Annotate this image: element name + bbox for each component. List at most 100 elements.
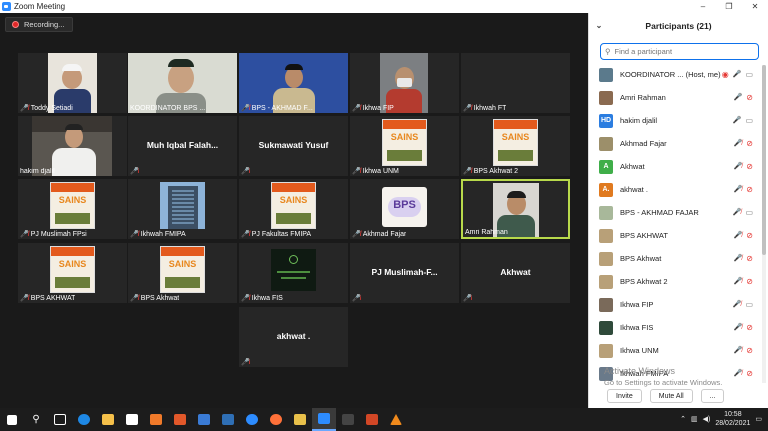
video-tile-ikhwah-fmipa[interactable]: 🎤̸ Ikhwah FMIPA: [128, 179, 237, 239]
participant-search[interactable]: ⚲: [600, 43, 759, 60]
app-icon-orange[interactable]: [144, 408, 168, 431]
video-tile-akhwat[interactable]: Akhwat 🎤̸: [461, 243, 570, 303]
camera-on-icon[interactable]: ▭: [745, 300, 753, 309]
camera-off-icon[interactable]: ⊘: [746, 231, 753, 240]
video-tile-sukmawati[interactable]: Sukmawati Yusuf 🎤̸: [239, 116, 348, 176]
camera-on-icon[interactable]: ▭: [745, 70, 753, 79]
mic-on-icon[interactable]: 🎤: [733, 116, 742, 125]
video-tile-hakim[interactable]: hakim djalil: [18, 116, 127, 176]
camera-off-icon[interactable]: ⊘: [746, 346, 753, 355]
tray-chevron-icon[interactable]: ⌃: [680, 415, 686, 423]
participant-name: hakim djalil: [620, 116, 733, 125]
participant-row[interactable]: Ikhwa UNM 🎤̸ ⊘: [589, 339, 761, 362]
participant-name: Ikhwa FIP: [620, 300, 733, 309]
app-icon-media[interactable]: [288, 408, 312, 431]
minimize-button[interactable]: –: [690, 0, 716, 13]
camera-off-icon[interactable]: ⊘: [746, 254, 753, 263]
mute-all-button[interactable]: Mute All: [649, 389, 693, 403]
camera-off-icon[interactable]: ⊘: [746, 369, 753, 378]
file-explorer-icon[interactable]: [96, 408, 120, 431]
zoom-icon[interactable]: [240, 408, 264, 431]
video-tile-pj-muslimah-f[interactable]: PJ Muslimah-F... 🎤̸: [350, 243, 459, 303]
video-tile-pj-fakultas-fmipa[interactable]: SAINS 🎤̸ PJ Fakultas FMIPA: [239, 179, 348, 239]
app-icon-dark[interactable]: [336, 408, 360, 431]
participant-row[interactable]: BPS Akhwat 2 🎤̸ ⊘: [589, 270, 761, 293]
mic-off-icon[interactable]: 🎤̸: [734, 254, 743, 263]
mic-off-icon[interactable]: 🎤̸: [734, 346, 743, 355]
participant-name-text: akhwat .: [620, 185, 648, 194]
participant-row[interactable]: Ikhwa FIS 🎤̸ ⊘: [589, 316, 761, 339]
search-icon[interactable]: ⚲: [24, 408, 48, 431]
participant-row[interactable]: Akhmad Fajar 🎤̸ ⊘: [589, 132, 761, 155]
participant-row[interactable]: BPS Akhwat 🎤̸ ⊘: [589, 247, 761, 270]
vlc-icon[interactable]: [384, 408, 408, 431]
chevron-down-icon[interactable]: ⌄: [589, 21, 609, 30]
mic-on-icon[interactable]: 🎤: [734, 93, 743, 102]
mic-off-icon[interactable]: 🎤̸: [733, 300, 742, 309]
participant-row[interactable]: BPS AKHWAT 🎤̸ ⊘: [589, 224, 761, 247]
clock[interactable]: 10:58 28/02/2021: [715, 410, 750, 428]
video-tile-bps-akhmad[interactable]: 🎤̸ BPS - AKHMAD F...: [239, 53, 348, 113]
participant-row[interactable]: Ikhwa FIP 🎤̸ ▭: [589, 293, 761, 316]
store-icon[interactable]: [120, 408, 144, 431]
recording-indicator[interactable]: Recording...: [5, 17, 74, 32]
camera-off-icon[interactable]: ⊘: [746, 93, 753, 102]
camera-off-icon[interactable]: ⊘: [746, 277, 753, 286]
app-icon-paint[interactable]: [216, 408, 240, 431]
video-tile-akhwat-dot[interactable]: akhwat . 🎤̸: [239, 307, 348, 367]
scrollbar-thumb[interactable]: [762, 65, 766, 255]
participant-row[interactable]: A Akhwat 🎤̸ ⊘: [589, 155, 761, 178]
start-button[interactable]: [0, 408, 24, 431]
maximize-button[interactable]: ❐: [716, 0, 742, 13]
notification-icon[interactable]: ▭: [755, 415, 762, 423]
participant-row[interactable]: BPS - AKHMAD FAJAR 🎤̸ ▭: [589, 201, 761, 224]
network-icon[interactable]: ▥: [691, 415, 698, 423]
video-tile-ikhwah-ft[interactable]: 🎤̸ Ikhwah FT: [461, 53, 570, 113]
participant-row[interactable]: KOORDINATOR ... (Host, me) ◉ 🎤 ▭: [589, 63, 761, 86]
camera-on-icon[interactable]: ▭: [745, 208, 753, 217]
close-button[interactable]: ✕: [742, 0, 768, 13]
invite-button[interactable]: Invite: [607, 389, 642, 403]
participant-name-label: 🎤̸: [241, 358, 250, 366]
search-input[interactable]: [614, 47, 745, 56]
more-button[interactable]: ...: [700, 389, 725, 403]
participant-row[interactable]: A. akhwat . 🎤̸ ⊘: [589, 178, 761, 201]
zoom-active-icon[interactable]: [312, 408, 336, 431]
video-tile-pj-muslimah-fpsi[interactable]: SAINS 🎤̸ PJ Muslimah FPsi: [18, 179, 127, 239]
camera-off-icon[interactable]: ⊘: [746, 185, 753, 194]
app-icon-red[interactable]: [168, 408, 192, 431]
video-tile-akhmad-fajar[interactable]: BPS 🎤̸ Akhmad Fajar: [350, 179, 459, 239]
mic-off-icon[interactable]: 🎤̸: [734, 277, 743, 286]
participants-scrollbar[interactable]: [762, 65, 766, 383]
app-icon-blue[interactable]: [192, 408, 216, 431]
firefox-icon[interactable]: [264, 408, 288, 431]
participant-row[interactable]: Amri Rahman 🎤 ⊘: [589, 86, 761, 109]
powerpoint-icon[interactable]: [360, 408, 384, 431]
video-tile-ikhwa-fip[interactable]: 🎤̸ Ikhwa FIP: [350, 53, 459, 113]
video-tile-bps-akhwat[interactable]: SAINS 🎤̸ BPS Akhwat: [128, 243, 237, 303]
mic-off-icon[interactable]: 🎤̸: [734, 369, 743, 378]
mic-off-icon[interactable]: 🎤̸: [734, 139, 743, 148]
camera-off-icon[interactable]: ⊘: [746, 323, 753, 332]
video-tile-koordinator[interactable]: KOORDINATOR BPS ...: [128, 53, 237, 113]
video-tile-toddy[interactable]: 🎤̸ Toddy Setiadi: [18, 53, 127, 113]
mic-off-icon[interactable]: 🎤̸: [734, 185, 743, 194]
mic-off-icon[interactable]: 🎤̸: [734, 162, 743, 171]
video-tile-amri-rahman[interactable]: Amri Rahman: [461, 179, 570, 239]
mic-off-icon[interactable]: 🎤̸: [733, 208, 742, 217]
video-tile-bps-akhwat-caps[interactable]: SAINS 🎤̸ BPS AKHWAT: [18, 243, 127, 303]
edge-icon[interactable]: [72, 408, 96, 431]
volume-icon[interactable]: ◀): [703, 415, 711, 423]
task-view-icon[interactable]: [48, 408, 72, 431]
participant-row[interactable]: HD hakim djalil 🎤 ▭: [589, 109, 761, 132]
camera-off-icon[interactable]: ⊘: [746, 139, 753, 148]
video-tile-bps-akhwat-2[interactable]: SAINS 🎤̸ BPS Akhwat 2: [461, 116, 570, 176]
video-tile-ikhwa-unm[interactable]: SAINS 🎤̸ Ikhwa UNM: [350, 116, 459, 176]
mic-off-icon[interactable]: 🎤̸: [734, 231, 743, 240]
video-tile-ikhwa-fis[interactable]: 🎤̸ Ikhwa FIS: [239, 243, 348, 303]
camera-on-icon[interactable]: ▭: [745, 116, 753, 125]
mic-on-icon[interactable]: 🎤: [733, 70, 742, 79]
mic-off-icon[interactable]: 🎤̸: [734, 323, 743, 332]
video-tile-muh-iqbal[interactable]: Muh Iqbal Falah... 🎤̸: [128, 116, 237, 176]
camera-off-icon[interactable]: ⊘: [746, 162, 753, 171]
